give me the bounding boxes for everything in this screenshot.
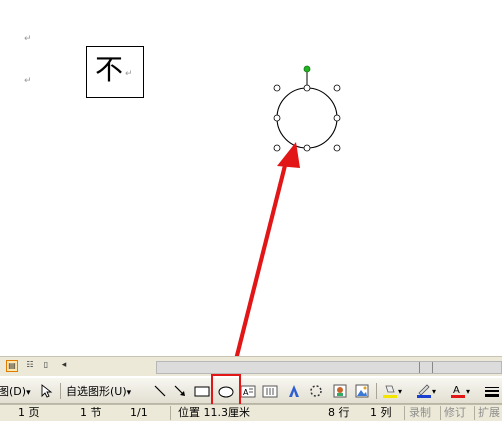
- status-section: 1 节: [80, 406, 102, 419]
- resize-handle[interactable]: [273, 114, 281, 122]
- normal-view-icon[interactable]: ▤: [6, 360, 18, 372]
- status-revise[interactable]: 修订: [444, 406, 466, 420]
- vertical-text-box-icon[interactable]: [262, 383, 278, 399]
- chevron-down-icon[interactable]: ▾: [398, 382, 402, 401]
- scrollbar-thumb[interactable]: [419, 362, 433, 373]
- font-color-icon[interactable]: A: [450, 383, 466, 399]
- status-bar: 1 页 1 节 1/1 位置 11.3厘米 8 行 1 列 录制 修订 扩展: [0, 404, 502, 421]
- resize-handle[interactable]: [303, 84, 311, 92]
- autoshapes-menu-button[interactable]: 自选图形(U)▾: [66, 382, 131, 401]
- scroll-left-icon[interactable]: ◂: [58, 360, 70, 372]
- status-position: 位置 11.3厘米: [178, 406, 250, 419]
- line-tool-icon[interactable]: [152, 383, 168, 399]
- resize-handle[interactable]: [333, 84, 341, 92]
- resize-handle[interactable]: [273, 144, 281, 152]
- resize-handle[interactable]: [273, 84, 281, 92]
- insert-picture-icon[interactable]: [354, 383, 370, 399]
- svg-text:A: A: [243, 388, 249, 397]
- arrow-tool-icon[interactable]: [172, 383, 188, 399]
- rectangle-tool-icon[interactable]: [194, 383, 210, 399]
- status-separator: [440, 406, 441, 420]
- drawing-canvas: [273, 65, 341, 152]
- reading-view-icon[interactable]: ▯: [40, 360, 52, 372]
- chevron-down-icon: ▾: [26, 388, 31, 398]
- chevron-down-icon: ▾: [126, 388, 132, 398]
- horizontal-scroll-row: ▤ ☷ ▯ ◂: [0, 356, 502, 376]
- status-separator: [404, 406, 405, 420]
- select-objects-icon[interactable]: [38, 383, 54, 399]
- fill-color-icon[interactable]: [382, 383, 398, 399]
- wordart-icon[interactable]: [286, 383, 302, 399]
- autoshapes-menu-label: 自选图形(U): [66, 385, 127, 398]
- status-extend[interactable]: 扩展: [478, 406, 500, 420]
- chevron-down-icon[interactable]: ▾: [466, 382, 470, 401]
- status-record[interactable]: 录制: [409, 406, 431, 420]
- draw-menu-label: 图(D): [0, 385, 27, 398]
- draw-menu-button[interactable]: 图(D)▾: [0, 382, 31, 401]
- document-area[interactable]: ↵ ↵ ↵ 不 ↵: [0, 0, 502, 355]
- clip-art-icon[interactable]: [332, 383, 348, 399]
- line-style-icon[interactable]: [484, 383, 500, 399]
- svg-text:A: A: [453, 385, 460, 396]
- status-page: 1 页: [18, 406, 40, 419]
- status-line: 8 行: [328, 406, 350, 419]
- status-separator: [170, 406, 171, 420]
- drawing-toolbar: 图(D)▾ 自选图形(U)▾ A ▾ ▾ A ▾: [0, 377, 502, 404]
- text-box-tool-icon[interactable]: A: [240, 383, 256, 399]
- horizontal-scrollbar[interactable]: [156, 361, 502, 374]
- status-column: 1 列: [370, 406, 392, 419]
- status-page-count: 1/1: [130, 406, 148, 419]
- circle-outline: [276, 87, 338, 149]
- highlight-box: [211, 374, 241, 406]
- diagram-icon[interactable]: [308, 383, 324, 399]
- web-view-icon[interactable]: ☷: [24, 360, 36, 372]
- status-separator: [474, 406, 475, 420]
- resize-handle[interactable]: [333, 114, 341, 122]
- resize-handle[interactable]: [303, 144, 311, 152]
- rotate-handle[interactable]: [303, 65, 311, 73]
- toolbar-separator: [376, 383, 377, 399]
- chevron-down-icon[interactable]: ▾: [432, 382, 436, 401]
- circle-shape[interactable]: [273, 65, 341, 152]
- resize-handle[interactable]: [333, 144, 341, 152]
- line-color-icon[interactable]: [416, 383, 432, 399]
- toolbar-separator: [60, 383, 61, 399]
